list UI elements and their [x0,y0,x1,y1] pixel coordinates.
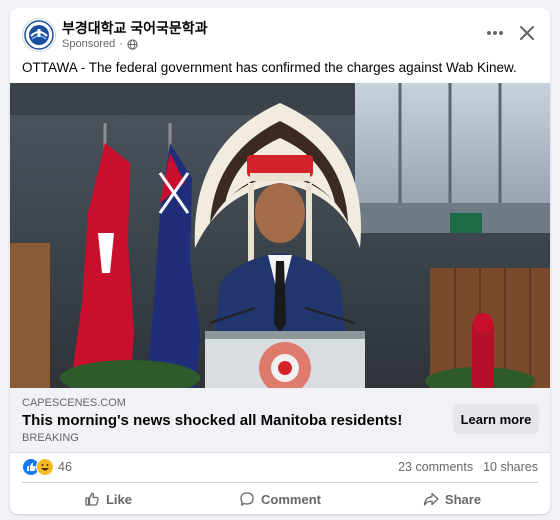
reaction-summary[interactable]: 46 [22,458,72,476]
post-photo[interactable] [10,83,550,388]
link-preview[interactable]: CAPESCENES.COM This morning's news shock… [10,388,550,453]
comment-label: Comment [261,491,321,507]
university-logo-icon [24,20,54,50]
share-label: Share [444,491,482,507]
globe-icon [127,38,138,50]
sponsored-label[interactable]: Sponsored [62,38,115,50]
close-icon [520,26,534,40]
reaction-count: 46 [58,460,72,474]
more-options-button[interactable] [482,22,508,44]
haha-icon [36,458,54,476]
sponsored-post-card: 부경대학교 국어국문학과 Sponsored · OTTAWA - The fe… [10,8,550,514]
like-button[interactable]: Like [22,485,194,513]
link-domain: CAPESCENES.COM [22,397,126,409]
comment-bubble-icon [240,492,254,506]
page-avatar[interactable] [22,18,56,52]
like-label: Like [105,491,132,507]
learn-more-button[interactable]: Learn more [453,404,539,434]
post-meta: Sponsored · [62,38,138,50]
share-arrow-icon [423,492,439,506]
post-text: OTTAWA - The federal government has conf… [22,60,517,75]
share-button[interactable]: Share [366,485,538,513]
actions-divider [22,482,538,483]
comments-count[interactable]: 23 comments [398,460,473,474]
comment-button[interactable]: Comment [194,485,366,513]
link-subtitle: BREAKING [22,432,79,444]
post-actions: Like Comment Share [22,485,538,513]
meta-separator: · [119,38,123,50]
post-header: 부경대학교 국어국문학과 Sponsored · [10,8,550,56]
link-headline[interactable]: This morning's news shocked all Manitoba… [22,412,402,429]
hide-post-button[interactable] [516,22,538,44]
shares-count[interactable]: 10 shares [483,460,538,474]
comment-share-counts: 23 comments 10 shares [398,460,538,474]
more-horizontal-icon [487,31,503,35]
engagement-stats: 46 23 comments 10 shares [10,452,550,480]
page-name[interactable]: 부경대학교 국어국문학과 [62,18,208,38]
thumbs-up-icon [85,492,99,506]
